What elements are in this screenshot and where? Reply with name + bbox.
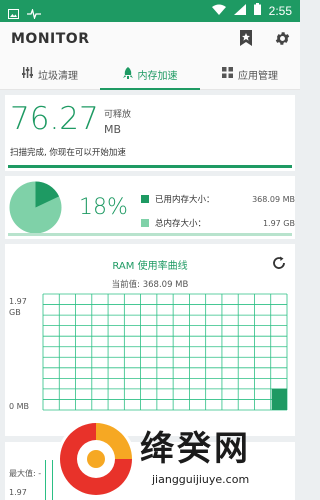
- release-unit: MB: [104, 123, 122, 136]
- release-label: 可释放: [104, 110, 132, 120]
- total-swatch: [141, 219, 149, 227]
- release-value: 76.27: [10, 101, 99, 137]
- sliders-icon: [22, 67, 34, 81]
- total-memory-row: 总内存大小： 1.97 GB: [141, 217, 295, 229]
- gear-icon: [274, 30, 291, 51]
- watermark-text: 绛癸网: [140, 429, 251, 469]
- watermark: 绛癸网 jiangguijiuye.com: [55, 418, 300, 500]
- tab-bar: 垃圾清理 内存加速 应用管理: [0, 58, 300, 90]
- rocket-icon: [122, 66, 133, 82]
- release-card: 76.27 可释放 MB 扫描完成, 你现在可以开始加速: [5, 95, 295, 171]
- bottom-y-label: 1.97: [9, 488, 27, 497]
- total-value: 1.97 GB: [262, 218, 295, 228]
- tab-app-manager[interactable]: 应用管理: [200, 58, 300, 90]
- used-swatch: [141, 195, 149, 203]
- tab-label: 应用管理: [238, 70, 278, 82]
- grid-icon: [222, 67, 233, 81]
- bookmark-star-icon: [239, 30, 253, 50]
- watermark-url: jiangguijiuye.com: [152, 473, 250, 486]
- used-value: 368.09 MB: [252, 194, 295, 204]
- watermark-logo: [57, 420, 135, 498]
- tab-active-indicator: [100, 88, 200, 90]
- tab-memory-boost[interactable]: 内存加速: [100, 58, 200, 90]
- tab-junk-clean[interactable]: 垃圾清理: [0, 58, 100, 90]
- ram-usage-area: [271, 388, 287, 410]
- scan-message: 扫描完成, 你现在可以开始加速: [10, 148, 126, 158]
- clock: 2:55: [268, 3, 292, 18]
- bookmark-button[interactable]: [235, 29, 257, 51]
- signal-icon: [233, 3, 246, 18]
- ram-usage-chart: [42, 293, 288, 411]
- used-label: 已用内存大小：: [155, 195, 215, 205]
- used-memory-row: 已用内存大小： 368.09 MB: [141, 193, 295, 205]
- wifi-icon: [211, 4, 226, 18]
- memory-card: 18% 已用内存大小： 368.09 MB 总内存大小： 1.97 GB: [5, 176, 295, 239]
- settings-button[interactable]: [271, 29, 293, 51]
- max-value-label: 最大值: -: [9, 469, 42, 478]
- bottom-chart-grid: [45, 460, 53, 500]
- status-bar: 2:55: [0, 0, 300, 22]
- tab-label: 垃圾清理: [38, 70, 78, 82]
- battery-icon: [253, 3, 261, 18]
- total-label: 总内存大小：: [155, 219, 207, 229]
- memory-percent: 18%: [79, 195, 128, 220]
- tab-label: 内存加速: [137, 70, 178, 82]
- memory-pie-chart: [9, 181, 62, 234]
- ram-chart-card: RAM 使用率曲线 当前值: 368.09 MB 1.97 GB 0 MB: [5, 244, 295, 436]
- image-icon: [8, 4, 19, 23]
- release-bar: [8, 165, 292, 168]
- app-bar: MONITOR: [0, 22, 300, 58]
- chart-grid: [42, 293, 288, 411]
- pulse-icon: [27, 4, 41, 23]
- app-title: MONITOR: [11, 31, 90, 47]
- memory-bar: [8, 233, 292, 236]
